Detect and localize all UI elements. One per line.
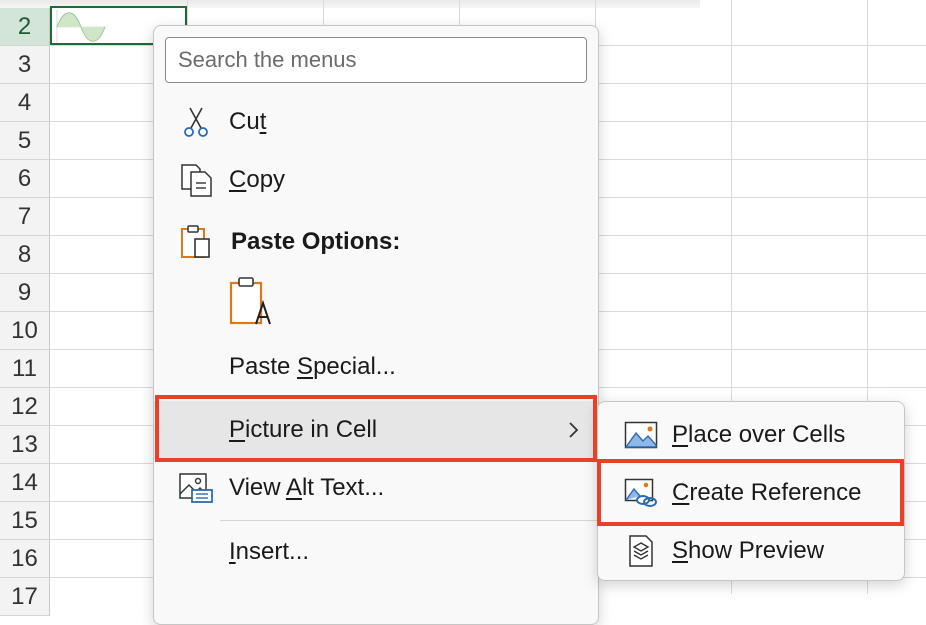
paste-keep-text-only-icon[interactable] xyxy=(229,277,273,327)
menu-item-picture-in-cell[interactable]: Picture in Cell xyxy=(154,401,598,459)
submenu-item-show-preview-label: Show Preview xyxy=(672,537,825,564)
submenu-item-place-over-cells-label: Place over Cells xyxy=(672,421,846,448)
submenu-item-create-reference[interactable]: Create Reference xyxy=(598,464,904,522)
row-header-8[interactable]: 8 xyxy=(0,236,50,274)
copy-icon xyxy=(178,162,214,198)
menu-item-cut-label: Cut xyxy=(229,108,267,135)
submenu-item-place-over-cells[interactable]: Place over Cells xyxy=(598,406,904,464)
menu-item-insert-label: Insert... xyxy=(229,538,310,565)
menu-search-input[interactable] xyxy=(165,37,587,83)
submenu-item-create-reference-label: Create Reference xyxy=(672,479,862,506)
row-header-7[interactable]: 7 xyxy=(0,198,50,236)
menu-item-picture-in-cell-label: Picture in Cell xyxy=(229,416,378,443)
row-header-9[interactable]: 9 xyxy=(0,274,50,312)
context-menu: Cut Copy Paste Options: xyxy=(153,25,599,625)
menu-item-copy[interactable]: Copy xyxy=(154,151,598,209)
paste-options-label: Paste Options: xyxy=(231,228,401,255)
row-header-14[interactable]: 14 xyxy=(0,464,50,502)
picture-in-cell-submenu: Place over Cells Create Reference Show P… xyxy=(597,401,905,581)
paste-options-header: Paste Options: xyxy=(154,213,598,271)
menu-item-view-alt-text-label: View Alt Text... xyxy=(229,474,385,501)
menu-item-paste-special-label: Paste Special... xyxy=(229,353,396,380)
row-header-6[interactable]: 6 xyxy=(0,160,50,198)
row-header-10[interactable]: 10 xyxy=(0,312,50,350)
row-header-2[interactable]: 2 xyxy=(0,8,50,46)
row-header-5[interactable]: 5 xyxy=(0,122,50,160)
menu-separator xyxy=(220,520,598,521)
row-header-4[interactable]: 4 xyxy=(0,84,50,122)
row-header-17[interactable]: 17 xyxy=(0,578,50,616)
place-over-cells-icon xyxy=(624,418,658,452)
chevron-right-icon xyxy=(569,422,579,438)
menu-item-paste-special[interactable]: Paste Special... xyxy=(154,338,598,396)
menu-item-insert[interactable]: Insert... xyxy=(154,523,598,581)
row-header-11[interactable]: 11 xyxy=(0,350,50,388)
row-header-15[interactable]: 15 xyxy=(0,502,50,540)
alt-text-icon xyxy=(178,470,214,506)
scissors-icon xyxy=(178,104,214,140)
row-header-13[interactable]: 13 xyxy=(0,426,50,464)
create-reference-icon xyxy=(624,476,658,510)
show-preview-icon xyxy=(624,534,658,568)
menu-item-cut[interactable]: Cut xyxy=(154,93,598,151)
row-header-12[interactable]: 12 xyxy=(0,388,50,426)
submenu-item-show-preview[interactable]: Show Preview xyxy=(598,522,904,580)
row-header-16[interactable]: 16 xyxy=(0,540,50,578)
menu-item-view-alt-text[interactable]: View Alt Text... xyxy=(154,459,598,517)
row-header-3[interactable]: 3 xyxy=(0,46,50,84)
paste-icon xyxy=(178,224,214,260)
menu-item-copy-label: Copy xyxy=(229,166,286,193)
sine-wave-picture xyxy=(56,10,106,43)
